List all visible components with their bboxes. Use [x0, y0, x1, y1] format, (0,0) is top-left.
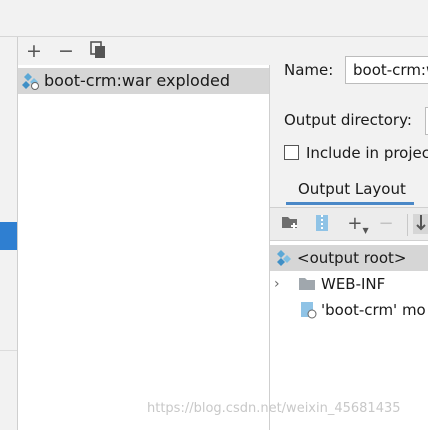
name-input-value: boot-crm:w: [353, 61, 428, 79]
tree-item-label: 'boot-crm' mo: [321, 301, 426, 319]
output-root-icon: [277, 250, 291, 266]
add-artifact-button[interactable]: +: [24, 41, 44, 61]
watermark: https://blog.csdn.net/weixin_45681435: [147, 401, 401, 416]
tab-output-layout-label: Output Layout: [298, 180, 406, 198]
artifact-item-label: boot-crm:war exploded: [44, 71, 230, 90]
artifacts-toolbar: + −: [18, 37, 269, 65]
output-layout-toolbar: +▼ −: [270, 207, 428, 241]
dropdown-arrow-icon: ▼: [362, 226, 369, 235]
archive-icon: [316, 215, 328, 231]
add-copy-button[interactable]: +▼: [344, 213, 372, 236]
name-label: Name:: [284, 61, 334, 79]
module-icon: [301, 302, 317, 319]
new-folder-icon: [282, 217, 297, 229]
chevron-right-icon[interactable]: ›: [274, 274, 280, 294]
remove-element-button[interactable]: −: [376, 214, 396, 234]
tree-item-label: <output root>: [297, 249, 407, 267]
tab-output-layout[interactable]: Output Layout: [286, 175, 414, 205]
tree-item-output-root[interactable]: <output root>: [270, 245, 428, 271]
tab-active-indicator: [286, 202, 414, 205]
toolbar-separator: [407, 214, 408, 236]
add-icon: +: [347, 213, 363, 234]
copy-icon: [90, 41, 105, 58]
name-input[interactable]: boot-crm:w: [345, 56, 428, 84]
copy-artifact-button[interactable]: [88, 41, 108, 61]
title-bar: [0, 0, 428, 37]
tree-item-label: WEB-INF: [321, 275, 386, 293]
selected-settings-node[interactable]: [0, 222, 17, 250]
tree-item-module-output[interactable]: 'boot-crm' mo: [270, 297, 428, 323]
create-directory-button[interactable]: [280, 214, 300, 234]
create-archive-button[interactable]: [312, 214, 332, 234]
war-exploded-icon: [22, 73, 39, 90]
arrow-down-icon: [415, 215, 426, 231]
include-in-project-build-checkbox[interactable]: [284, 145, 299, 160]
settings-tree-panel: [0, 37, 18, 430]
output-directory-label: Output directory:: [284, 111, 412, 129]
panel-divider: [0, 350, 17, 351]
artifact-item[interactable]: boot-crm:war exploded: [18, 68, 269, 94]
tree-item-web-inf[interactable]: › WEB-INF: [270, 271, 428, 297]
artifact-settings: Name: boot-crm:w Output directory: Inclu…: [270, 37, 428, 430]
include-in-project-build-label: Include in projec: [306, 144, 428, 162]
sort-button[interactable]: [413, 214, 428, 234]
folder-icon: [299, 278, 315, 290]
artifacts-list: boot-crm:war exploded: [18, 65, 270, 430]
remove-artifact-button[interactable]: −: [56, 41, 76, 61]
